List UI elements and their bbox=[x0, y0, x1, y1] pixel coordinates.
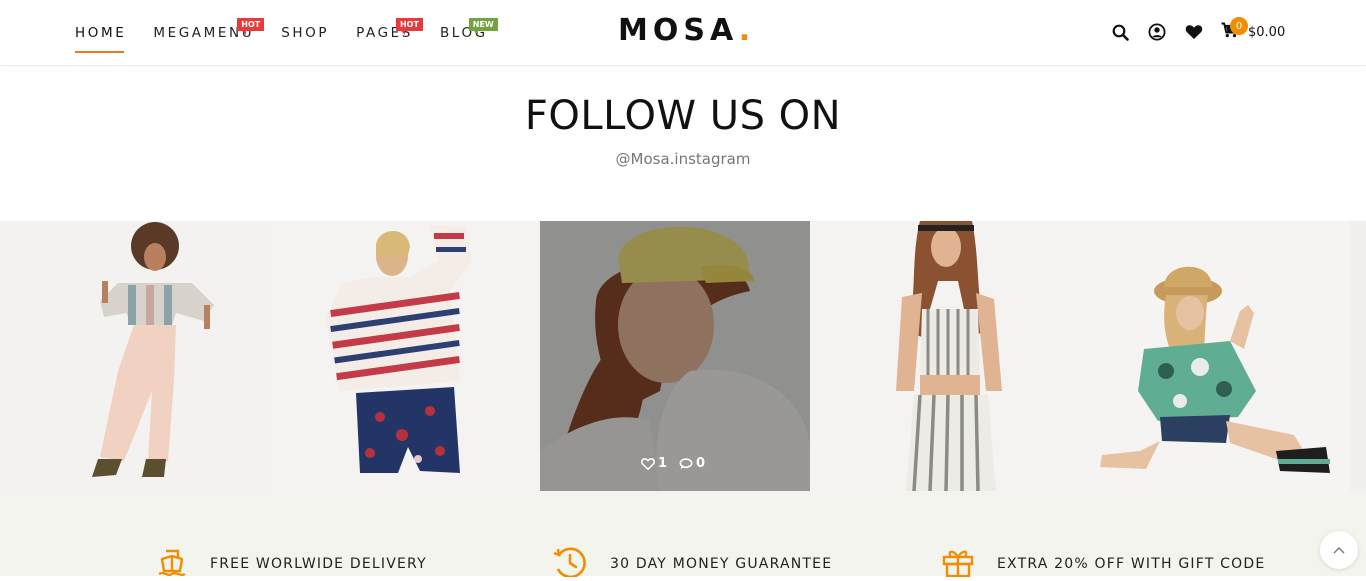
header-actions: 0 $0.00 bbox=[1110, 17, 1286, 42]
instagram-post-6-partial[interactable] bbox=[1350, 221, 1366, 491]
feature-label: FREE WORLWIDE DELIVERY bbox=[210, 556, 427, 572]
heart-outline-icon bbox=[641, 457, 655, 470]
likes-count: 1 bbox=[657, 456, 667, 471]
post-stats: 1 0 bbox=[540, 456, 810, 471]
instagram-post-3[interactable]: 1 0 bbox=[540, 221, 810, 491]
instagram-gallery: 1 0 bbox=[0, 221, 1366, 491]
nav-item-label: SHOP bbox=[281, 24, 330, 41]
nav-item-label: HOME bbox=[75, 24, 127, 41]
comment-icon bbox=[679, 457, 693, 469]
instagram-post-2[interactable] bbox=[270, 221, 540, 491]
post-hover-overlay bbox=[540, 221, 810, 491]
nav-item-home[interactable]: HOME bbox=[75, 11, 126, 55]
scroll-to-top-button[interactable] bbox=[1320, 531, 1358, 569]
post-image bbox=[0, 221, 270, 491]
feature-label: EXTRA 20% OFF WITH GIFT CODE bbox=[997, 556, 1266, 572]
comments-stat: 0 bbox=[679, 456, 709, 471]
hot-badge: HOT bbox=[395, 17, 423, 35]
search-icon[interactable] bbox=[1110, 22, 1130, 42]
main-nav: HOME MEGAMENU HOT SHOP PAGES HOT BLOG NE… bbox=[75, 0, 515, 65]
post-image bbox=[810, 221, 1080, 491]
post-image bbox=[270, 221, 540, 491]
logo-dot: . bbox=[738, 13, 756, 48]
instagram-handle[interactable]: @Mosa.instagram bbox=[0, 150, 1366, 168]
user-icon[interactable] bbox=[1147, 22, 1167, 42]
heart-icon[interactable] bbox=[1184, 22, 1204, 42]
cart-button[interactable]: 0 $0.00 bbox=[1221, 17, 1286, 42]
logo-text: MOSA bbox=[618, 13, 739, 48]
nav-item-shop[interactable]: SHOP bbox=[281, 11, 329, 55]
nav-item-blog[interactable]: BLOG NEW bbox=[440, 11, 498, 55]
section-title: FOLLOW US ON bbox=[524, 93, 842, 139]
instagram-post-1[interactable] bbox=[0, 221, 270, 491]
hot-badge: HOT bbox=[237, 17, 265, 35]
post-image bbox=[1080, 221, 1350, 491]
nav-item-megamenu[interactable]: MEGAMENU HOT bbox=[153, 11, 265, 55]
post-image bbox=[1350, 221, 1366, 491]
new-badge: NEW bbox=[468, 17, 498, 35]
chevron-up-icon bbox=[1333, 547, 1345, 554]
likes-stat: 1 bbox=[641, 456, 671, 471]
instagram-post-5[interactable] bbox=[1080, 221, 1350, 491]
cart-total: $0.00 bbox=[1248, 24, 1286, 40]
feature-label: 30 DAY MONEY GUARANTEE bbox=[610, 556, 833, 572]
instagram-post-4[interactable] bbox=[810, 221, 1080, 491]
site-header: HOME MEGAMENU HOT SHOP PAGES HOT BLOG NE… bbox=[0, 0, 1366, 66]
site-logo[interactable]: MOSA. bbox=[618, 13, 755, 48]
nav-item-pages[interactable]: PAGES HOT bbox=[356, 11, 423, 55]
comments-count: 0 bbox=[696, 456, 706, 471]
cart-count-badge: 0 bbox=[1230, 17, 1248, 35]
